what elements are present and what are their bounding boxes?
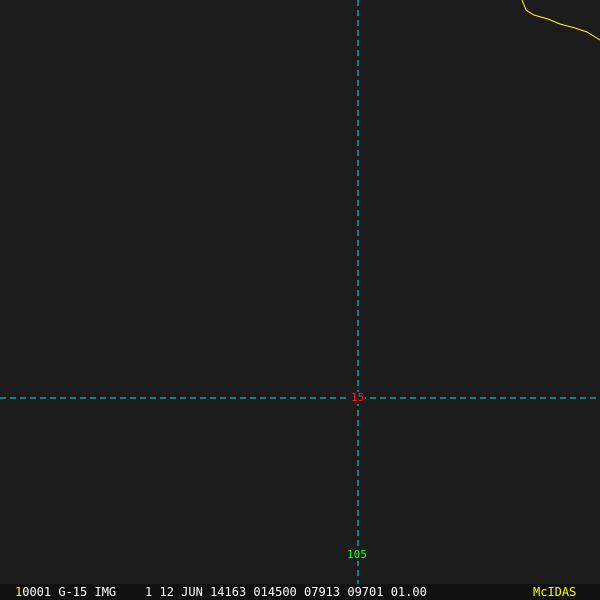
mcidas-brand: McIDAS	[533, 585, 577, 599]
image-info: 0001 G-15 IMG 1 12 JUN 14163 014500 0791…	[22, 585, 427, 599]
longitude-label: 105	[347, 548, 367, 561]
coastline	[521, 0, 600, 41]
status-bar: 10001 G-15 IMG 1 12 JUN 14163 014500 079…	[0, 584, 600, 600]
latitude-label: 15	[350, 391, 366, 404]
frame-number: 1	[15, 585, 23, 599]
map-overlay	[0, 0, 600, 584]
satellite-display: 15 105 10001 G-15 IMG 1 12 JUN 14163 014…	[0, 0, 600, 600]
